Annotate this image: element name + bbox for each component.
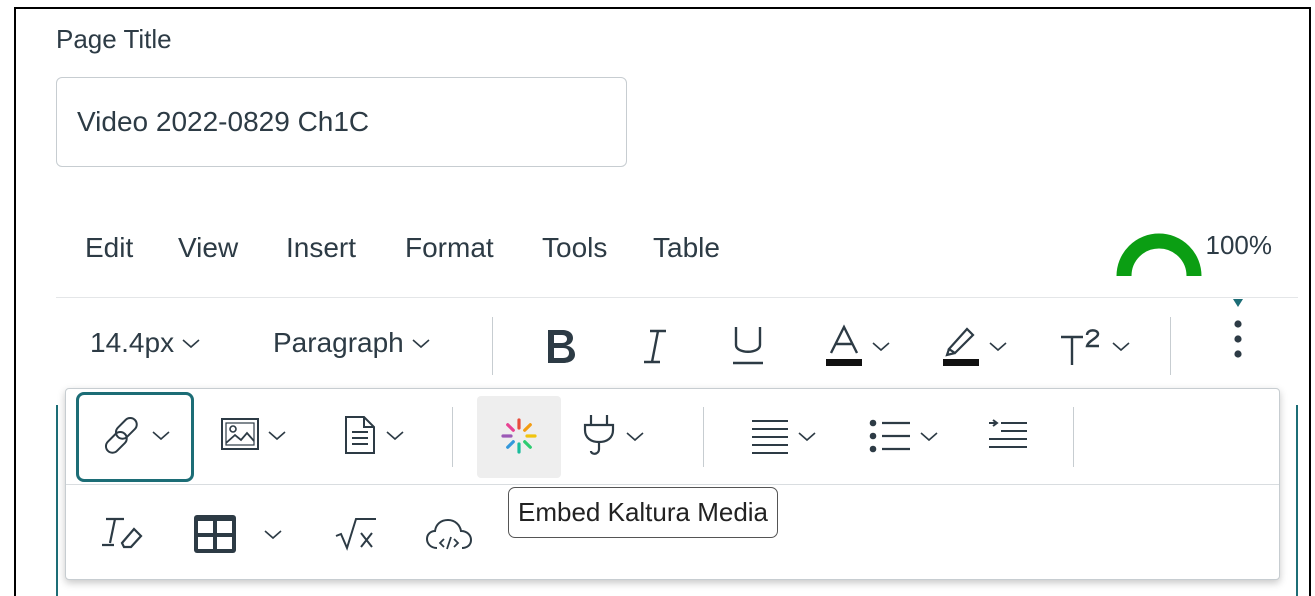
chevron-down-icon — [264, 530, 282, 540]
plugin-icon — [583, 415, 615, 455]
chevron-down-icon — [798, 432, 816, 442]
text-color-icon — [826, 324, 862, 366]
chevron-down-icon — [268, 431, 286, 441]
clear-formatting-icon — [102, 517, 143, 549]
menu-format[interactable]: Format — [405, 232, 494, 264]
formatting-toolbar: 14.4px Paragraph — [56, 299, 1298, 385]
link-icon — [104, 416, 138, 454]
menubar: Edit View Insert Format Tools Table 100% — [56, 222, 1298, 298]
chevron-down-icon — [152, 431, 170, 441]
underline-button[interactable] — [730, 323, 766, 369]
more-button[interactable] — [1226, 299, 1250, 365]
image-button[interactable] — [220, 416, 288, 454]
menu-edit[interactable]: Edit — [85, 232, 133, 264]
menu-view[interactable]: View — [178, 232, 238, 264]
table-button[interactable] — [192, 513, 284, 555]
block-format-value: Paragraph — [273, 327, 404, 358]
table-icon — [194, 515, 236, 553]
page-title-input[interactable] — [56, 77, 627, 167]
image-icon — [221, 418, 259, 450]
equation-button[interactable] — [334, 516, 378, 552]
toolbar-divider — [1073, 407, 1074, 467]
chevron-down-icon — [182, 339, 200, 349]
highlight-color-button[interactable] — [941, 323, 1009, 369]
bullet-list-button[interactable] — [868, 417, 940, 455]
kaltura-icon — [501, 418, 537, 454]
indent-button[interactable] — [987, 419, 1029, 453]
toolbar-divider — [452, 407, 453, 467]
cloud-upload-icon — [425, 518, 473, 550]
clear-formatting-button[interactable] — [100, 513, 144, 553]
italic-button[interactable] — [640, 325, 670, 367]
gauge-icon — [1116, 233, 1201, 276]
superscript-button[interactable] — [1058, 325, 1132, 367]
accessibility-checker-button[interactable]: 100% — [1116, 230, 1273, 276]
kaltura-button-content[interactable] — [500, 417, 538, 455]
underline-icon — [733, 327, 763, 365]
page-title-label: Page Title — [56, 24, 172, 54]
chevron-down-icon — [872, 342, 890, 352]
text-color-button[interactable] — [824, 323, 892, 369]
toolbar-divider — [703, 407, 704, 467]
chevron-down-icon — [412, 339, 430, 349]
align-icon — [752, 420, 788, 454]
menu-insert[interactable]: Insert — [286, 232, 356, 264]
font-size-value: 14.4px — [90, 327, 175, 358]
document-button[interactable] — [342, 414, 406, 456]
accessibility-score: 100% — [1205, 230, 1273, 260]
chevron-down-icon — [989, 342, 1007, 352]
chevron-down-icon — [920, 432, 938, 442]
superscript-icon — [1061, 329, 1100, 365]
align-button[interactable] — [750, 417, 818, 455]
document-icon — [345, 416, 375, 454]
kaltura-tooltip: Embed Kaltura Media — [508, 487, 779, 538]
highlight-icon — [943, 327, 979, 366]
overflow-toolbar — [65, 388, 1280, 580]
bold-button[interactable] — [542, 325, 580, 367]
bullet-list-icon — [869, 419, 910, 453]
toolbar-row-divider — [66, 484, 1279, 485]
toolbar-divider — [492, 317, 493, 375]
italic-icon — [644, 329, 666, 364]
block-format-select[interactable]: Paragraph — [273, 327, 432, 359]
font-size-select[interactable]: 14.4px — [90, 327, 202, 359]
chevron-down-icon — [386, 431, 404, 441]
plugin-button[interactable] — [580, 413, 646, 459]
toolbar-divider — [1170, 317, 1171, 375]
more-icon — [1233, 299, 1243, 358]
cloud-upload-button[interactable] — [424, 515, 474, 555]
bold-icon — [548, 330, 575, 363]
chevron-down-icon — [1112, 342, 1130, 352]
indent-icon — [989, 419, 1027, 448]
menu-tools[interactable]: Tools — [542, 232, 607, 264]
menu-table[interactable]: Table — [653, 232, 720, 264]
equation-icon — [335, 518, 376, 551]
link-button-content[interactable] — [100, 413, 172, 457]
chevron-down-icon — [626, 432, 644, 442]
